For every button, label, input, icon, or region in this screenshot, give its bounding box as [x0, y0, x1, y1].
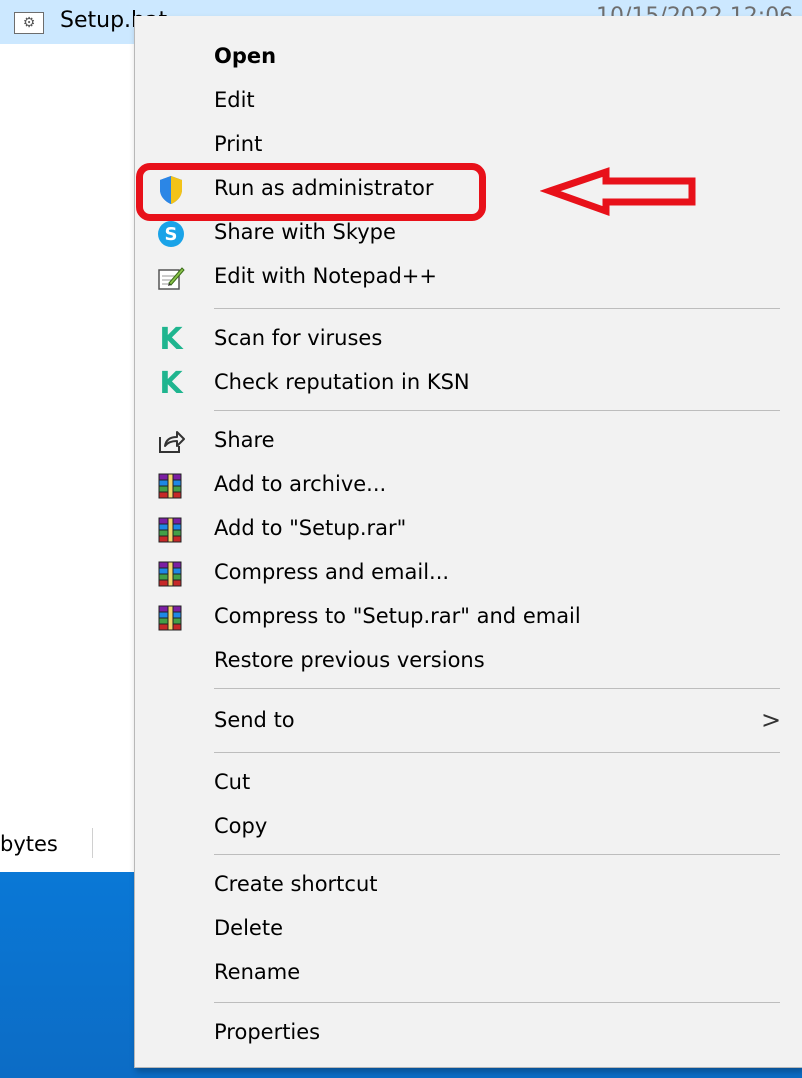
chevron-right-icon: > — [761, 706, 782, 734]
menu-item-send-to[interactable]: Send to > — [135, 700, 802, 744]
menu-item-label: Open — [214, 44, 277, 68]
menu-item-cut[interactable]: Cut — [135, 762, 802, 806]
menu-item-copy[interactable]: Copy — [135, 806, 802, 850]
menu-item-properties[interactable]: Properties — [135, 1012, 802, 1056]
status-bar-size: bytes — [0, 832, 58, 856]
menu-item-label: Share — [214, 428, 275, 452]
menu-item-check-reputation-ksn[interactable]: K Check reputation in KSN — [135, 362, 802, 406]
kaspersky-icon: K — [159, 366, 183, 401]
menu-item-label: Print — [214, 132, 263, 156]
menu-item-share[interactable]: Share — [135, 420, 802, 464]
menu-separator — [214, 410, 780, 411]
kaspersky-icon: K — [159, 322, 183, 357]
menu-item-add-to-archive[interactable]: Add to archive... — [135, 464, 802, 508]
menu-item-label: Compress and email... — [214, 560, 450, 584]
menu-item-print[interactable]: Print — [135, 124, 802, 168]
menu-item-label: Restore previous versions — [214, 648, 485, 672]
menu-item-label: Check reputation in KSN — [214, 370, 470, 394]
winrar-icon — [155, 602, 187, 634]
menu-item-create-shortcut[interactable]: Create shortcut — [135, 864, 802, 908]
menu-item-edit-with-notepad[interactable]: Edit with Notepad++ — [135, 256, 802, 300]
menu-item-rename[interactable]: Rename — [135, 952, 802, 996]
menu-item-delete[interactable]: Delete — [135, 908, 802, 952]
winrar-icon — [155, 558, 187, 590]
menu-item-open[interactable]: Open — [135, 36, 802, 80]
annotation-highlight-box — [136, 163, 486, 221]
menu-separator — [214, 1002, 780, 1003]
menu-item-compress-and-email[interactable]: Compress and email... — [135, 552, 802, 596]
annotation-arrow-icon — [540, 167, 696, 216]
menu-separator — [214, 308, 780, 309]
notepad-plus-plus-icon — [155, 262, 187, 294]
menu-item-label: Edit — [214, 88, 255, 112]
menu-item-label: Cut — [214, 770, 251, 794]
menu-item-edit[interactable]: Edit — [135, 80, 802, 124]
menu-item-compress-to-setup-rar-and-email[interactable]: Compress to "Setup.rar" and email — [135, 596, 802, 640]
menu-item-scan-for-viruses[interactable]: K Scan for viruses — [135, 318, 802, 362]
share-icon — [155, 426, 187, 458]
batch-file-icon: ⚙ — [14, 12, 44, 34]
menu-item-label: Add to archive... — [214, 472, 387, 496]
winrar-icon — [155, 514, 187, 546]
menu-item-label: Properties — [214, 1020, 321, 1044]
status-bar-divider — [92, 828, 93, 858]
menu-item-label: Add to "Setup.rar" — [214, 516, 407, 540]
menu-separator — [214, 854, 780, 855]
menu-item-add-to-setup-rar[interactable]: Add to "Setup.rar" — [135, 508, 802, 552]
menu-item-label: Rename — [214, 960, 301, 984]
menu-item-label: Edit with Notepad++ — [214, 264, 438, 288]
menu-item-label: Delete — [214, 916, 283, 940]
menu-item-label: Scan for viruses — [214, 326, 383, 350]
winrar-icon — [155, 470, 187, 502]
menu-item-label: Compress to "Setup.rar" and email — [214, 604, 581, 628]
menu-item-label: Copy — [214, 814, 268, 838]
menu-separator — [214, 688, 780, 689]
menu-item-restore-previous-versions[interactable]: Restore previous versions — [135, 640, 802, 684]
menu-item-label: Share with Skype — [214, 220, 396, 244]
menu-item-label: Create shortcut — [214, 872, 378, 896]
menu-item-label: Send to — [214, 708, 295, 732]
skype-icon: S — [155, 218, 187, 250]
menu-separator — [214, 752, 780, 753]
